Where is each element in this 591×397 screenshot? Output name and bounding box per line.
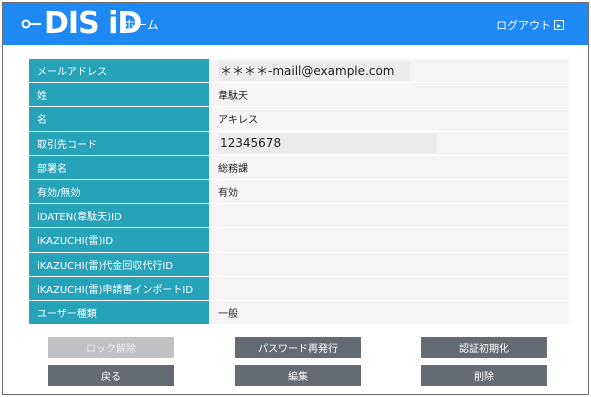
ikazuchi-id-value [209, 228, 569, 253]
field-label: iKAZUCHI(雷)申請書インポートID [29, 276, 209, 301]
ikazuchi-collection-id-value [209, 252, 569, 277]
table-row: メールアドレス ＊＊＊＊-maill@example.com [29, 59, 569, 84]
key-icon [21, 19, 41, 29]
table-row: iKAZUCHI(雷)申請書インポートID [29, 276, 569, 301]
last-name-value: 韋駄天 [209, 83, 569, 108]
table-row: iKAZUCHI(雷)代金回収代行ID [29, 252, 569, 277]
client-code-value: 12345678 [218, 133, 437, 154]
email-value: ＊＊＊＊-maill@example.com [218, 60, 410, 81]
back-button[interactable]: 戻る [48, 365, 174, 386]
logout-icon [554, 20, 564, 30]
field-label: iDATEN(韋駄天)ID [29, 204, 209, 229]
department-value: 総務課 [209, 155, 569, 180]
field-label: メールアドレス [29, 59, 209, 84]
field-label: 取引先コード [29, 131, 209, 156]
idaten-id-value [209, 204, 569, 229]
reissue-password-button[interactable]: パスワード再発行 [235, 337, 361, 358]
field-value: 12345678 [209, 131, 569, 156]
edit-button[interactable]: 編集 [235, 365, 361, 386]
table-row: 姓 韋駄天 [29, 83, 569, 108]
unlock-button[interactable]: ロック解除 [48, 337, 174, 358]
delete-button[interactable]: 削除 [421, 365, 547, 386]
table-row: iDATEN(韋駄天)ID [29, 204, 569, 229]
first-name-value: アキレス [209, 107, 569, 132]
table-row: 名 アキレス [29, 107, 569, 132]
field-label: 部署名 [29, 155, 209, 180]
ikazuchi-import-id-value [209, 276, 569, 301]
home-link[interactable]: ホーム [123, 16, 159, 33]
user-info-table: メールアドレス ＊＊＊＊-maill@example.com 姓 韋駄天 名 ア… [29, 59, 569, 326]
field-value: ＊＊＊＊-maill@example.com [209, 59, 569, 84]
status-value: 有効 [209, 179, 569, 205]
user-type-value: 一般 [209, 300, 569, 326]
table-row: 部署名 総務課 [29, 155, 569, 180]
field-label: 姓 [29, 83, 209, 108]
logout-button[interactable]: ログアウト [496, 17, 564, 33]
field-label: iKAZUCHI(雷)代金回収代行ID [29, 252, 209, 277]
app-frame: DIS iD ホーム ログアウト メールアドレス ＊＊＊＊-maill@exam… [2, 2, 589, 395]
table-row: 取引先コード 12345678 [29, 131, 569, 156]
field-label: iKAZUCHI(雷)ID [29, 228, 209, 253]
table-row: ユーザー種類 一般 [29, 300, 569, 326]
field-label: 名 [29, 107, 209, 132]
reset-auth-button[interactable]: 認証初期化 [421, 337, 547, 358]
field-label: 有効/無効 [29, 179, 209, 205]
field-label: ユーザー種類 [29, 300, 209, 326]
top-header: DIS iD ホーム ログアウト [3, 3, 588, 45]
table-row: iKAZUCHI(雷)ID [29, 228, 569, 253]
logout-label: ログアウト [496, 19, 551, 32]
table-row: 有効/無効 有効 [29, 179, 569, 205]
